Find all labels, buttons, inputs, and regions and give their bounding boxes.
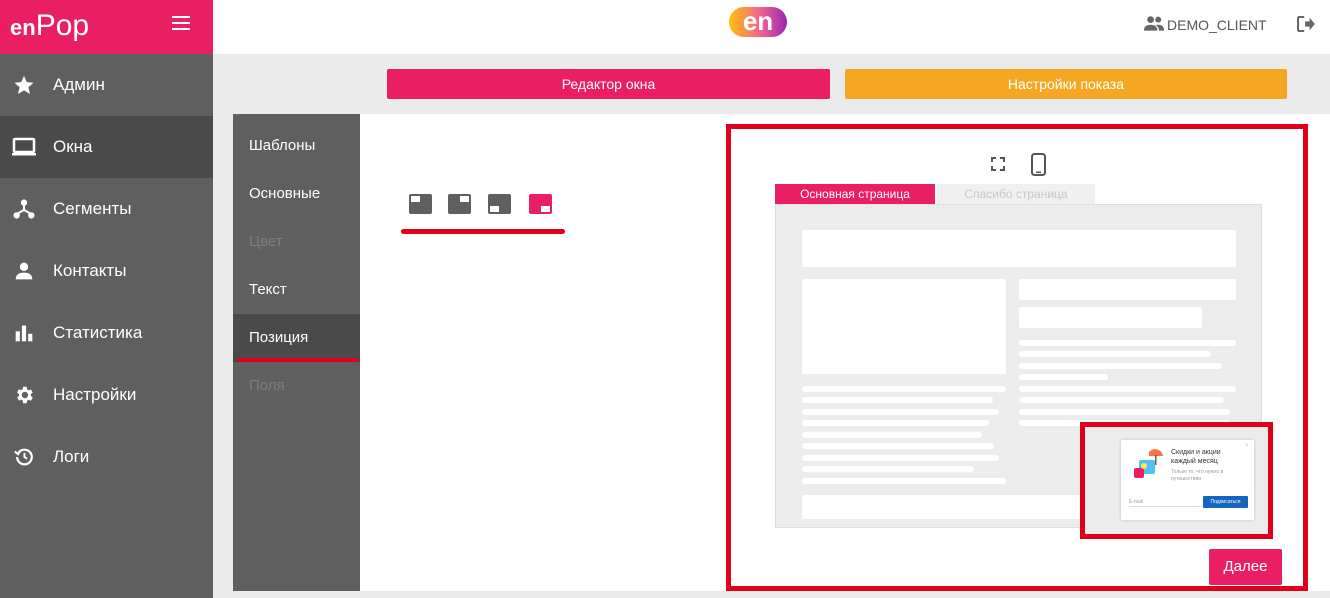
show-settings-button[interactable]: Настройки показа bbox=[845, 69, 1287, 99]
popup-close-icon[interactable]: × bbox=[1245, 443, 1249, 449]
mock-line bbox=[802, 386, 1006, 392]
popup-subtitle: Только то, что нужно в путешествии bbox=[1171, 469, 1224, 482]
sidebar-item-contacts[interactable]: Контакты bbox=[0, 240, 213, 302]
mock-line bbox=[1019, 386, 1236, 392]
popup-title: Скидки и акции каждый месяц bbox=[1171, 449, 1221, 465]
position-bottom-left-button[interactable] bbox=[488, 194, 511, 214]
sidebar-item-statistics[interactable]: Статистика bbox=[0, 302, 213, 364]
tab-thanks-page[interactable]: Спасибо страница bbox=[937, 184, 1095, 205]
mock-footer-block bbox=[802, 495, 1102, 519]
monitor-icon bbox=[12, 135, 36, 159]
person-icon bbox=[12, 259, 36, 283]
logout-icon[interactable] bbox=[1296, 15, 1315, 37]
mock-title-block bbox=[1019, 279, 1236, 300]
gear-icon bbox=[12, 383, 36, 407]
mock-line bbox=[802, 455, 999, 461]
subnav-item-position[interactable]: Позиция bbox=[233, 314, 360, 362]
position-bottom-right-button[interactable] bbox=[529, 194, 552, 214]
top-bar: en DEMO_CLIENT bbox=[213, 0, 1330, 54]
sidebar-item-label: Админ bbox=[53, 75, 105, 94]
mobile-icon[interactable] bbox=[1031, 153, 1046, 181]
sidebar-item-label: Логи bbox=[53, 447, 90, 466]
mock-line bbox=[802, 420, 989, 426]
mock-line bbox=[1019, 409, 1230, 415]
subnav-item-main[interactable]: Основные bbox=[233, 170, 360, 218]
travel-illustration-icon bbox=[1131, 448, 1165, 482]
mock-header-block bbox=[802, 230, 1236, 267]
mock-line bbox=[802, 432, 982, 438]
sidebar-item-admin[interactable]: Админ bbox=[0, 54, 213, 116]
sidebar-item-label: Статистика bbox=[53, 323, 143, 342]
app-logo[interactable]: enPop bbox=[10, 10, 89, 44]
sidebar-item-logs[interactable]: Логи bbox=[0, 426, 213, 488]
star-icon bbox=[12, 73, 36, 97]
sidebar-item-label: Окна bbox=[53, 137, 93, 156]
fullscreen-icon[interactable] bbox=[991, 157, 1005, 176]
window-editor-button[interactable]: Редактор окна bbox=[387, 69, 830, 99]
position-top-right-button[interactable] bbox=[448, 194, 471, 214]
username: DEMO_CLIENT bbox=[1167, 16, 1267, 33]
popup-subscribe-button[interactable]: Подписаться bbox=[1203, 496, 1248, 508]
app-root: enPop Админ Окна Сегменты Контакты Стати… bbox=[0, 0, 1330, 598]
mock-line bbox=[1019, 340, 1236, 346]
sidebar: enPop Админ Окна Сегменты Контакты Стати… bbox=[0, 0, 213, 598]
mock-subtitle-block bbox=[1019, 307, 1202, 328]
next-button[interactable]: Далее bbox=[1209, 549, 1282, 585]
mock-line bbox=[802, 478, 1006, 484]
brand-header: enPop bbox=[0, 0, 213, 54]
center-logo[interactable]: en bbox=[729, 7, 787, 37]
subnav-item-text[interactable]: Текст bbox=[233, 266, 360, 314]
mock-line bbox=[802, 397, 993, 403]
history-icon bbox=[12, 445, 36, 469]
mock-line bbox=[1019, 374, 1108, 380]
mock-image-block bbox=[802, 279, 1006, 374]
mock-line bbox=[802, 466, 974, 472]
popup-email-field[interactable]: E-mail bbox=[1129, 497, 1204, 507]
subnav-item-fields: Поля bbox=[249, 377, 285, 394]
users-icon bbox=[1143, 15, 1165, 34]
sidebar-item-settings[interactable]: Настройки bbox=[0, 364, 213, 426]
sidebar-item-segments[interactable]: Сегменты bbox=[0, 178, 213, 240]
popup-preview[interactable]: Скидки и акции каждый месяц Только то, ч… bbox=[1121, 440, 1254, 520]
subnav-item-templates[interactable]: Шаблоны bbox=[233, 122, 360, 170]
sidebar-item-label: Сегменты bbox=[53, 199, 132, 218]
position-top-left-button[interactable] bbox=[409, 194, 432, 214]
user-menu[interactable]: DEMO_CLIENT bbox=[1143, 15, 1267, 34]
subnav-item-color: Цвет bbox=[249, 233, 283, 250]
segments-icon bbox=[12, 197, 36, 221]
bar-chart-icon bbox=[12, 321, 36, 345]
mock-line bbox=[802, 409, 999, 415]
sidebar-item-windows[interactable]: Окна bbox=[0, 116, 213, 178]
editor-subnav: Шаблоны Основные Цвет Текст Позиция Поля bbox=[233, 114, 360, 591]
sidebar-item-label: Настройки bbox=[53, 385, 137, 404]
menu-toggle-icon[interactable] bbox=[172, 16, 190, 30]
mock-line bbox=[1019, 397, 1224, 403]
mock-line bbox=[1019, 363, 1222, 369]
tab-main-page[interactable]: Основная страница bbox=[775, 184, 935, 205]
mock-line bbox=[1019, 351, 1211, 357]
sidebar-item-label: Контакты bbox=[53, 261, 127, 280]
mock-line bbox=[802, 443, 994, 449]
subnav-highlight bbox=[237, 358, 359, 362]
position-highlight bbox=[401, 229, 565, 234]
